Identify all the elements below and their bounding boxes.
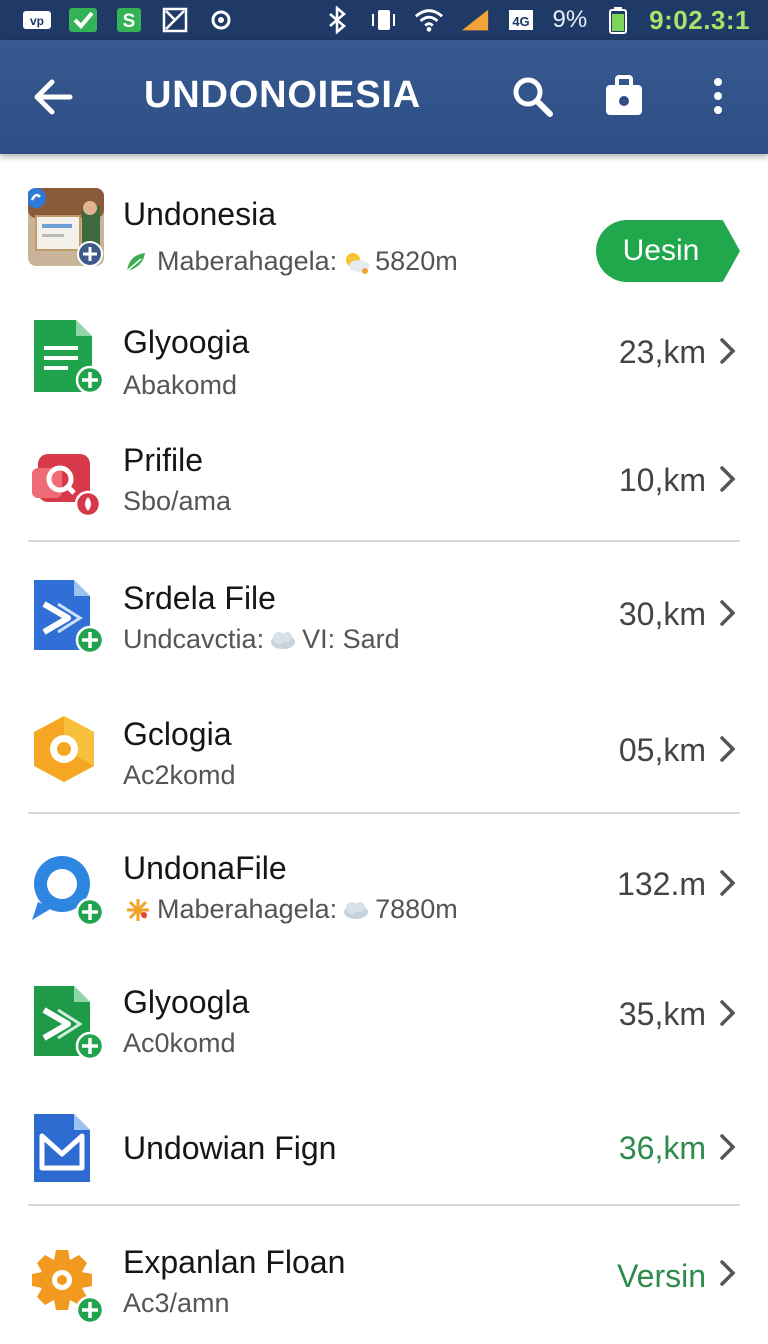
list-item[interactable]: UndonaFile Maberahagela: 7880m 132.m bbox=[0, 836, 768, 956]
list-item-title: Prifile bbox=[123, 442, 204, 478]
vpn-icon: vp bbox=[22, 6, 52, 34]
blue-file-icon bbox=[28, 578, 105, 655]
distance-label: 23,km bbox=[618, 334, 706, 370]
svg-text:vp: vp bbox=[30, 14, 44, 28]
list-item-subtitle-b: 7880m bbox=[375, 894, 458, 924]
list-item-title: UndonaFile bbox=[123, 850, 287, 886]
chevron-right-icon bbox=[718, 598, 738, 628]
battery-icon bbox=[603, 6, 633, 34]
list-item-subtitle-a: Undcavctia: bbox=[123, 624, 265, 654]
distance-label: 132.m bbox=[617, 866, 706, 902]
list-item-subtitle: Sbo/ama bbox=[123, 486, 232, 516]
sheets-doc-icon bbox=[28, 318, 105, 395]
more-vert-icon[interactable] bbox=[694, 72, 742, 120]
divider bbox=[28, 1204, 740, 1206]
use-button[interactable]: Uesin bbox=[596, 220, 740, 282]
chevron-right-icon bbox=[718, 998, 738, 1028]
blue-doc-icon bbox=[28, 1112, 104, 1188]
chevron-right-icon bbox=[718, 868, 738, 898]
list-item-subtitle: Undcavctia: VI: Sard bbox=[123, 624, 400, 655]
wifi-icon bbox=[414, 6, 444, 34]
chevron-right-icon bbox=[718, 336, 738, 366]
list-item[interactable]: Srdela File Undcavctia: VI: Sard 30,km bbox=[0, 566, 768, 686]
status-bar: vp S 4G 9% 9:02.3:1 bbox=[0, 0, 768, 40]
list-item-subtitle: Abakomd bbox=[123, 370, 238, 400]
list-item[interactable]: Expanlan Floan Ac3/amn Versin bbox=[0, 1230, 768, 1344]
cloud-icon bbox=[344, 901, 369, 919]
red-app-icon bbox=[28, 446, 104, 522]
chevron-right-icon bbox=[718, 1132, 738, 1162]
distance-label: 36,km bbox=[618, 1130, 706, 1166]
search-icon[interactable] bbox=[508, 72, 556, 120]
list-item[interactable]: Prifile Sbo/ama 10,km bbox=[0, 430, 768, 540]
list-item-title: Glyoogia bbox=[123, 324, 250, 360]
list-item-subtitle-a: Maberahagela: bbox=[157, 894, 338, 924]
list-item-subtitle-b: 5820m bbox=[375, 246, 458, 276]
distance-label: 35,km bbox=[618, 996, 706, 1032]
list-item-subtitle: Maberahagela: 7880m bbox=[123, 894, 458, 925]
dot-icon bbox=[206, 6, 236, 34]
list-item-title: Undowian Fign bbox=[123, 1130, 337, 1166]
list-item[interactable]: Glyoogla Ac0komd 35,km bbox=[0, 970, 768, 1090]
svg-text:S: S bbox=[123, 11, 136, 32]
divider bbox=[28, 812, 740, 814]
dollar-icon: S bbox=[114, 6, 144, 34]
briefcase-icon[interactable] bbox=[600, 72, 648, 120]
back-arrow-icon[interactable] bbox=[30, 74, 76, 120]
version-label: Versin bbox=[617, 1258, 706, 1294]
yellow-hex-icon bbox=[28, 712, 104, 788]
list-item-title: Glyoogla bbox=[123, 984, 250, 1020]
list-item-title: Expanlan Floan bbox=[123, 1244, 346, 1280]
green-file-icon bbox=[28, 984, 105, 1061]
chevron-right-icon bbox=[718, 734, 738, 764]
distance-label: 05,km bbox=[618, 732, 706, 768]
divider bbox=[28, 540, 740, 542]
list-item-subtitle-b: VI: Sard bbox=[302, 624, 400, 654]
app-bar: UNDONOIESIA bbox=[0, 40, 768, 154]
sun-icon bbox=[127, 898, 149, 921]
list-item[interactable]: Glyoogia Abakomd 23,km bbox=[0, 304, 768, 424]
distance-label: 10,km bbox=[618, 462, 706, 498]
chevron-right-icon bbox=[718, 464, 738, 494]
leaf-icon bbox=[126, 252, 145, 272]
data-icon: 4G bbox=[506, 6, 536, 34]
list-item-subtitle: Ac2komd bbox=[123, 760, 236, 790]
list-item-subtitle-a: Maberahagela: bbox=[157, 246, 338, 276]
distance-label: 30,km bbox=[618, 596, 706, 632]
check-icon bbox=[68, 6, 98, 34]
status-bar-right: 4G 9% 9:02.3:1 bbox=[322, 5, 750, 36]
list-item-subtitle: Ac3/amn bbox=[123, 1288, 230, 1318]
battery-percent: 9% bbox=[552, 6, 588, 33]
list-item[interactable]: Undonesia Maberahagela: 5820m Uesin bbox=[0, 174, 768, 294]
list-item-title: Gclogia bbox=[123, 716, 232, 752]
cloud-icon bbox=[271, 631, 296, 649]
list-item-subtitle: Ac0komd bbox=[123, 1028, 236, 1058]
gallery-icon bbox=[160, 6, 190, 34]
chat-bubble-icon bbox=[28, 850, 105, 927]
list-item[interactable]: Undowian Fign 36,km bbox=[0, 1100, 768, 1210]
page-title: UNDONOIESIA bbox=[144, 74, 421, 116]
svg-text:4G: 4G bbox=[513, 14, 530, 29]
status-bar-left: vp S bbox=[22, 6, 236, 34]
vibrate-icon bbox=[368, 6, 398, 34]
weather-icon bbox=[346, 252, 370, 274]
list-item-title: Undonesia bbox=[123, 196, 276, 232]
bluetooth-icon bbox=[322, 6, 352, 34]
list-item-title: Srdela File bbox=[123, 580, 276, 616]
list-item[interactable]: Gclogia Ac2komd 05,km bbox=[0, 700, 768, 820]
signal-icon bbox=[460, 6, 490, 34]
gear-app-icon bbox=[28, 1246, 105, 1325]
photo-app-icon bbox=[26, 188, 104, 267]
clock: 9:02.3:1 bbox=[649, 4, 750, 35]
chevron-right-icon bbox=[718, 1258, 738, 1288]
list-item-subtitle: Maberahagela: 5820m bbox=[123, 246, 458, 277]
